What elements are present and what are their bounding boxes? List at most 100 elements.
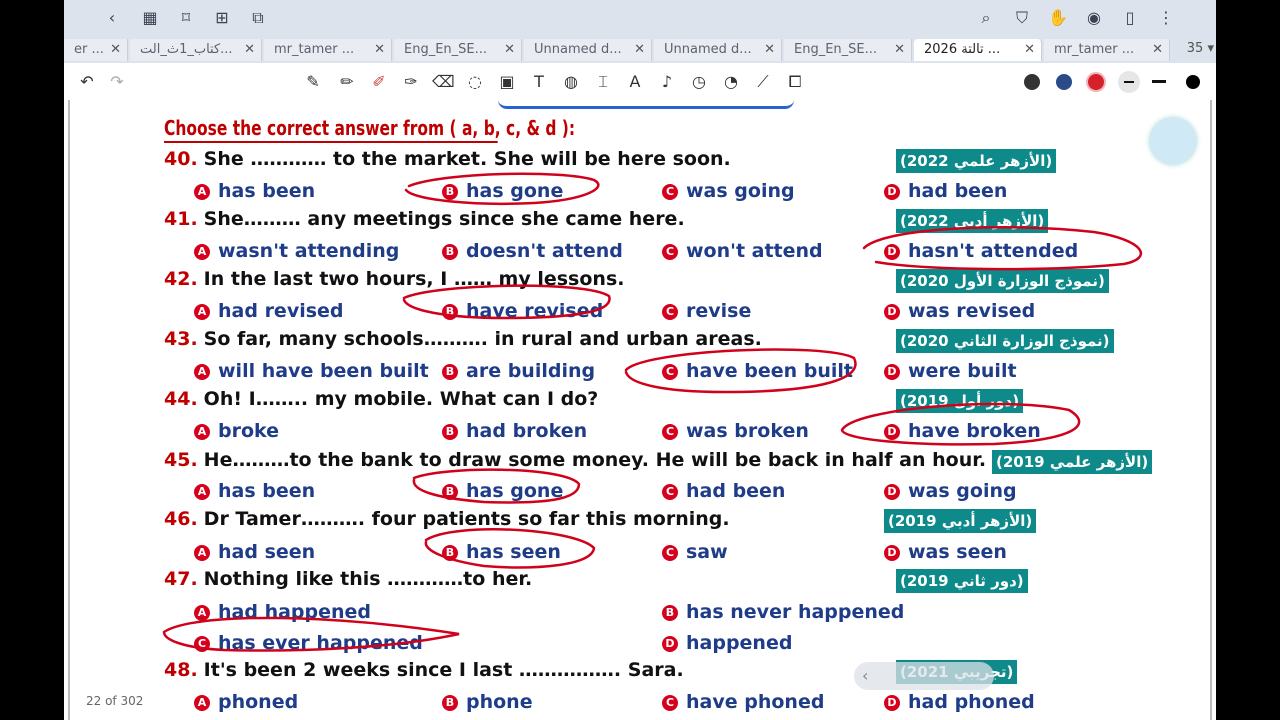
option-d[interactable]: Dhappened: [662, 632, 792, 654]
tab-5[interactable]: Unnamed d... ✕: [654, 39, 782, 61]
question-text: So far, many schools………. in rural and ur…: [203, 328, 762, 350]
color-swatch-red[interactable]: [1088, 74, 1104, 90]
eye-icon[interactable]: ◉: [1084, 8, 1104, 28]
translate-icon[interactable]: ⧠: [784, 71, 806, 93]
highlighter-icon[interactable]: ✑: [400, 71, 422, 93]
thick-dot-icon[interactable]: [1186, 75, 1200, 89]
option-d[interactable]: Dhave broken: [884, 420, 1041, 442]
close-icon[interactable]: ✕: [244, 39, 255, 61]
medium-line-icon[interactable]: [1152, 80, 1166, 83]
crop-icon[interactable]: ⧉: [248, 8, 268, 28]
option-b[interactable]: Bhas seen: [442, 541, 561, 563]
prev-page-icon[interactable]: ‹: [862, 666, 868, 685]
option-c[interactable]: Cwon't attend: [662, 240, 823, 262]
option-b[interactable]: Bhave revised: [442, 300, 603, 322]
option-a[interactable]: Awill have been built: [194, 360, 429, 382]
marker-icon[interactable]: ✐: [368, 71, 390, 93]
grid-icon[interactable]: ▦: [140, 8, 160, 28]
tab-1[interactable]: كتاب_1ث_الت... ✕: [130, 39, 262, 61]
option-letter-badge: A: [194, 695, 210, 711]
option-c[interactable]: Chave phoned: [662, 691, 824, 713]
option-text: had revised: [218, 300, 344, 322]
option-d[interactable]: Dwas revised: [884, 300, 1035, 322]
option-b[interactable]: Bare building: [442, 360, 595, 382]
option-a[interactable]: Ahad seen: [194, 541, 315, 563]
ai-icon[interactable]: A: [624, 71, 646, 93]
option-b[interactable]: Bhad broken: [442, 420, 587, 442]
option-a[interactable]: Ahad revised: [194, 300, 344, 322]
timer-icon[interactable]: ◷: [688, 71, 710, 93]
close-icon[interactable]: ✕: [1024, 39, 1035, 61]
question-number: 42.: [164, 268, 198, 290]
ocr-icon[interactable]: ⌶: [592, 71, 614, 93]
option-d[interactable]: Dhad been: [884, 180, 1007, 202]
shirt-icon[interactable]: ⛉: [1012, 8, 1032, 28]
tab-3[interactable]: Eng_En_SE... ✕: [394, 39, 522, 61]
close-icon[interactable]: ✕: [110, 39, 121, 61]
tab-count[interactable]: 35 ▾: [1187, 41, 1214, 56]
option-d[interactable]: Dwas going: [884, 480, 1017, 502]
option-d[interactable]: Dhad phoned: [884, 691, 1035, 713]
option-a[interactable]: Ahad happened: [194, 601, 371, 623]
pen-icon[interactable]: ✎: [302, 71, 324, 93]
option-a[interactable]: Abroke: [194, 420, 279, 442]
back-icon[interactable]: ‹: [102, 8, 122, 28]
shape-recognize-icon[interactable]: ◍: [560, 71, 582, 93]
close-icon[interactable]: ✕: [764, 39, 775, 61]
text-box-icon[interactable]: T: [528, 71, 550, 93]
page-nav-pill[interactable]: ‹: [854, 662, 994, 690]
option-a[interactable]: Ahas been: [194, 180, 315, 202]
question-44: 44. Oh! I…….. my mobile. What can I do?: [164, 388, 598, 410]
option-c[interactable]: Chave been built: [662, 360, 853, 382]
laser-icon[interactable]: ⟋: [752, 71, 774, 93]
hand-icon[interactable]: ✋: [1048, 8, 1068, 28]
option-b[interactable]: Bhas gone: [442, 480, 563, 502]
option-c[interactable]: Cwas broken: [662, 420, 809, 442]
tab-6[interactable]: Eng_En_SE... ✕: [784, 39, 912, 61]
color-swatch-dark[interactable]: [1024, 74, 1040, 90]
source-tag: (الأزهر علمي 2022): [896, 149, 1057, 173]
lasso-icon[interactable]: ◌: [464, 71, 486, 93]
document-icon[interactable]: ▯: [1120, 8, 1140, 28]
tab-7-active[interactable]: تالتة 2026 ... ✕: [914, 39, 1042, 61]
undo-icon[interactable]: ↶: [76, 71, 98, 93]
option-text: has seen: [466, 541, 561, 563]
pencil-icon[interactable]: ✏: [336, 71, 358, 93]
eraser-icon[interactable]: ⌫: [432, 71, 455, 93]
option-b[interactable]: Bhas never happened: [662, 601, 904, 623]
option-b[interactable]: Bdoesn't attend: [442, 240, 623, 262]
search-icon[interactable]: ⌕: [976, 8, 996, 28]
redo-icon[interactable]: ↷: [106, 71, 128, 93]
close-icon[interactable]: ✕: [504, 39, 515, 61]
assistant-cloud-icon[interactable]: [1150, 118, 1196, 164]
option-letter-badge: B: [442, 364, 458, 380]
option-c[interactable]: Cwas going: [662, 180, 795, 202]
option-a[interactable]: Aphoned: [194, 691, 298, 713]
close-icon[interactable]: ✕: [634, 39, 645, 61]
tab-2[interactable]: mr_tamer ... ✕: [264, 39, 392, 61]
tab-8[interactable]: mr_tamer ... ✕: [1044, 39, 1170, 61]
option-d[interactable]: Dhasn't attended: [884, 240, 1078, 262]
color-swatch-blue[interactable]: [1056, 74, 1072, 90]
close-icon[interactable]: ✕: [894, 39, 905, 61]
option-c[interactable]: Crevise: [662, 300, 751, 322]
add-page-icon[interactable]: ⊞: [212, 8, 232, 28]
option-d[interactable]: Dwas seen: [884, 541, 1007, 563]
option-d[interactable]: Dwere built: [884, 360, 1017, 382]
sticker-icon[interactable]: ◔: [720, 71, 742, 93]
bookmark-icon[interactable]: ⌑: [176, 8, 196, 28]
tab-0[interactable]: er ... ✕: [64, 39, 128, 61]
close-icon[interactable]: ✕: [374, 39, 385, 61]
close-icon[interactable]: ✕: [1152, 39, 1163, 61]
tab-4[interactable]: Unnamed d... ✕: [524, 39, 652, 61]
option-c[interactable]: Csaw: [662, 541, 728, 563]
option-a[interactable]: Ahas been: [194, 480, 315, 502]
option-b[interactable]: Bhas gone: [442, 180, 563, 202]
option-a[interactable]: Awasn't attending: [194, 240, 399, 262]
image-icon[interactable]: ▣: [496, 71, 518, 93]
option-c[interactable]: Chas ever happened: [194, 632, 423, 654]
more-options-icon[interactable]: ⋮: [1156, 8, 1176, 28]
microphone-icon[interactable]: ♪: [656, 71, 678, 93]
option-c[interactable]: Chad been: [662, 480, 785, 502]
option-b[interactable]: Bphone: [442, 691, 533, 713]
